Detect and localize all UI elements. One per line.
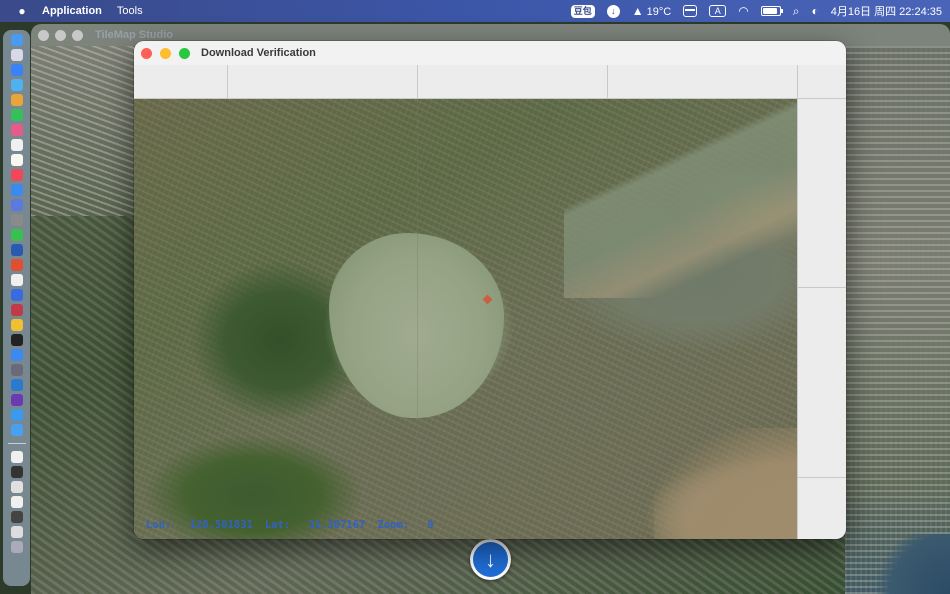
verification-map[interactable]: Lon: 120.501831 Lat: 31.307167 Zoom: 9 bbox=[134, 98, 797, 539]
wechat-icon[interactable] bbox=[10, 229, 23, 241]
search-icon[interactable]: ⌕ bbox=[793, 4, 800, 19]
app-red-icon[interactable] bbox=[10, 259, 23, 271]
window-thumb-4-icon[interactable] bbox=[10, 511, 23, 523]
lat-readout: Lat: 31.307167 bbox=[265, 519, 366, 531]
window-thumb-2-icon[interactable] bbox=[10, 481, 23, 493]
maximize-button[interactable] bbox=[179, 47, 190, 59]
lat-label: Lat: bbox=[264, 519, 291, 531]
minimize-button[interactable] bbox=[160, 47, 171, 59]
chrome-icon[interactable] bbox=[10, 94, 23, 106]
document-icon[interactable] bbox=[10, 451, 23, 463]
grid-line bbox=[134, 98, 846, 99]
main-minimize-button[interactable] bbox=[55, 29, 66, 41]
app-gray-icon[interactable] bbox=[10, 364, 23, 376]
zoom-readout: Zoom: 9 bbox=[377, 519, 433, 531]
grid-line bbox=[797, 477, 846, 478]
weather-temp: 19°C bbox=[646, 6, 672, 18]
app-teal-icon[interactable] bbox=[10, 424, 23, 436]
zoom-label: Zoom: bbox=[377, 519, 409, 531]
main-maximize-button[interactable] bbox=[72, 29, 83, 41]
grid-line bbox=[797, 287, 846, 288]
download-verification-window: Download Verification Lon: 120.501831 Lat… bbox=[134, 41, 846, 539]
lon-readout: Lon: 120.501831 bbox=[146, 519, 253, 531]
dock-separator bbox=[7, 443, 26, 444]
window-thumb-5-icon[interactable] bbox=[10, 526, 23, 538]
control-center-icon[interactable]: ◐ bbox=[811, 4, 818, 18]
window-thumb-3-icon[interactable] bbox=[10, 496, 23, 508]
download-status-icon[interactable]: ↓ bbox=[606, 4, 620, 18]
grid-line bbox=[417, 65, 418, 98]
app-purple-icon[interactable] bbox=[10, 394, 23, 406]
map-sea bbox=[870, 534, 950, 594]
app-cyan-icon[interactable] bbox=[10, 409, 23, 421]
tile-boundary bbox=[417, 98, 418, 539]
xcode-icon[interactable] bbox=[10, 349, 23, 361]
battery-icon[interactable] bbox=[760, 6, 783, 16]
status-area: 豆包 ↓ ▲ 19°C A ◠ ⌕ ◐ 4月16日 周四 22:24:35 bbox=[570, 3, 942, 19]
word-icon[interactable] bbox=[10, 199, 23, 211]
launchpad-icon[interactable] bbox=[10, 49, 23, 61]
vscode-icon[interactable] bbox=[10, 244, 23, 256]
safari-icon[interactable] bbox=[10, 64, 23, 76]
lon-value: 120.501831 bbox=[189, 519, 253, 531]
download-arrow-icon: ↓ bbox=[473, 542, 508, 577]
window-title: Download Verification bbox=[201, 47, 316, 59]
lon-label: Lon: bbox=[146, 519, 172, 531]
app-menu[interactable]: Application bbox=[42, 5, 102, 17]
warning-icon: ▲ bbox=[631, 4, 644, 18]
doubao-badge-icon[interactable]: 豆包 bbox=[570, 4, 595, 18]
lat-value: 31.307167 bbox=[308, 519, 366, 531]
window-thumb-icon[interactable] bbox=[10, 466, 23, 478]
preview-icon[interactable] bbox=[10, 274, 23, 286]
input-method-icon[interactable]: A bbox=[709, 5, 727, 17]
finder-icon[interactable] bbox=[10, 34, 23, 46]
tile-grid: Lon: 120.501831 Lat: 31.307167 Zoom: 9 bbox=[134, 65, 846, 539]
apple-menu-icon[interactable]: ● bbox=[14, 4, 30, 18]
close-button[interactable] bbox=[141, 47, 152, 59]
dock bbox=[3, 30, 30, 586]
grid-line bbox=[607, 65, 608, 98]
calendar-icon[interactable] bbox=[10, 139, 23, 151]
grid-line bbox=[227, 65, 228, 98]
messages-icon[interactable] bbox=[10, 109, 23, 121]
photos-icon[interactable] bbox=[10, 124, 23, 136]
appstore-icon[interactable] bbox=[10, 184, 23, 196]
terminal-icon[interactable] bbox=[10, 334, 23, 346]
browser-icon[interactable] bbox=[10, 79, 23, 91]
zoom-value: 9 bbox=[427, 519, 434, 531]
app-blue-icon[interactable] bbox=[10, 289, 23, 301]
map-bay bbox=[654, 428, 797, 539]
notes-icon[interactable] bbox=[10, 154, 23, 166]
weather-widget[interactable]: ▲ 19°C bbox=[632, 4, 672, 18]
window-icon[interactable] bbox=[683, 5, 698, 17]
settings-icon[interactable] bbox=[10, 214, 23, 226]
verify-titlebar: Download Verification bbox=[134, 41, 846, 65]
grid-line bbox=[797, 65, 798, 539]
menu-bar: ● Application Tools 豆包 ↓ ▲ 19°C A ◠ ⌕ ◐ … bbox=[0, 0, 950, 22]
app-sky-icon[interactable] bbox=[10, 379, 23, 391]
menu-tools[interactable]: Tools bbox=[117, 5, 143, 17]
app-maroon-icon[interactable] bbox=[10, 304, 23, 316]
map-river bbox=[564, 98, 797, 298]
clock[interactable]: 4月16日 周四 22:24:35 bbox=[831, 3, 942, 19]
download-button[interactable]: ↓ bbox=[470, 539, 511, 580]
map-city-right bbox=[845, 46, 950, 594]
wifi-icon[interactable]: ◠ bbox=[738, 4, 748, 18]
main-close-button[interactable] bbox=[38, 29, 49, 41]
coordinate-readout: Lon: 120.501831 Lat: 31.307167 Zoom: 9 bbox=[146, 519, 434, 531]
main-window-title: TileMap Studio bbox=[95, 29, 174, 41]
app-yellow-icon[interactable] bbox=[10, 319, 23, 331]
trash-icon[interactable] bbox=[10, 541, 23, 553]
map-city-area bbox=[31, 46, 134, 216]
music-icon[interactable] bbox=[10, 169, 23, 181]
